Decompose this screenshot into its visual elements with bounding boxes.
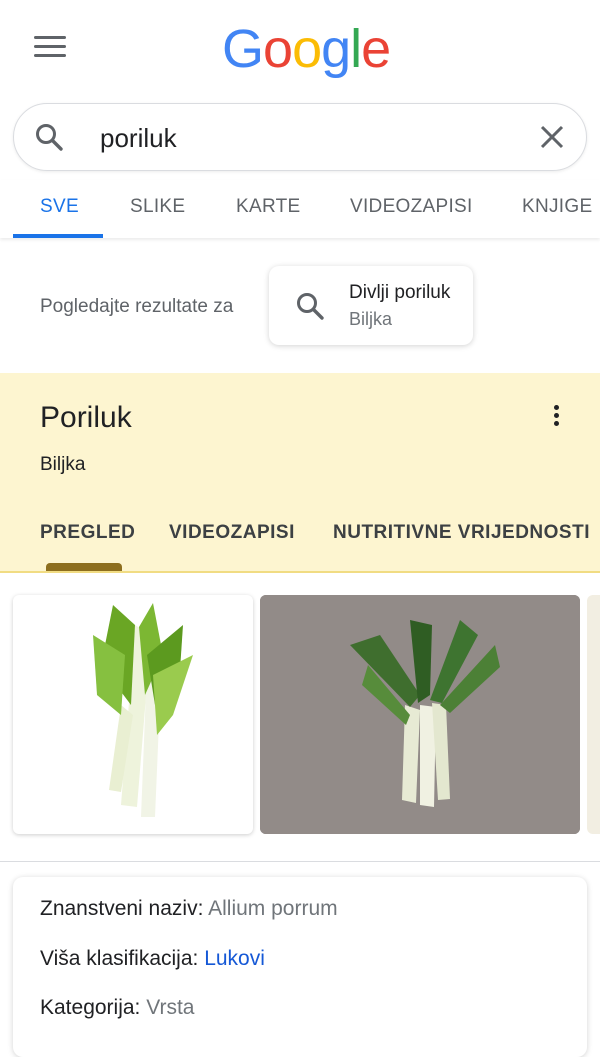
leek-image-3-partial[interactable]	[587, 595, 600, 834]
fact-label: Znanstveni naziv:	[40, 897, 204, 920]
close-icon[interactable]	[538, 123, 566, 151]
fact-label: Kategorija:	[40, 996, 141, 1019]
tab-maps[interactable]: KARTE	[236, 196, 301, 218]
leek-image-1[interactable]	[13, 595, 253, 834]
search-tabs: SVE SLIKE KARTE VIDEOZAPISI KNJIGE	[0, 180, 600, 238]
logo-letter: o	[292, 19, 322, 79]
google-logo[interactable]: Google	[222, 18, 391, 80]
tab-books[interactable]: KNJIGE	[522, 196, 592, 218]
search-box[interactable]	[13, 103, 587, 171]
fact-value: Allium porrum	[208, 897, 338, 920]
classification-link[interactable]: Lukovi	[204, 947, 265, 970]
logo-letter: G	[222, 19, 264, 79]
tab-all[interactable]: SVE	[40, 196, 79, 218]
search-icon	[36, 124, 63, 151]
search-input[interactable]	[98, 118, 502, 158]
tab-videos[interactable]: VIDEOZAPISI	[350, 196, 473, 218]
fact-value: Vrsta	[146, 996, 195, 1019]
knowledge-panel-header: Poriluk Biljka PREGLED VIDEOZAPISI NUTRI…	[0, 373, 600, 573]
entity-subtitle: Biljka	[40, 454, 86, 475]
fact-category: Kategorija: Vrsta	[40, 996, 194, 1020]
logo-letter: o	[263, 19, 293, 79]
fact-scientific-name: Znanstveni naziv: Allium porrum	[40, 897, 338, 921]
more-vert-icon[interactable]	[548, 405, 564, 429]
fact-label: Viša klasifikacija:	[40, 947, 199, 970]
logo-letter: g	[321, 19, 351, 79]
kp-tab-nutrition[interactable]: NUTRITIVNE VRIJEDNOSTI	[333, 522, 590, 544]
leek-photo-illustration	[260, 595, 580, 834]
kp-tab-overview[interactable]: PREGLED	[40, 522, 135, 544]
kp-active-tab-indicator	[46, 563, 122, 571]
top-bar: Google	[0, 0, 600, 100]
see-results-label: Pogledajte rezultate za	[40, 296, 234, 317]
suggestion-card[interactable]: Divlji poriluk Biljka	[269, 266, 473, 345]
logo-letter: l	[350, 19, 362, 79]
leek-image-2[interactable]	[260, 595, 580, 834]
suggestion-title: Divlji poriluk	[349, 282, 451, 303]
active-tab-indicator	[13, 234, 103, 238]
kp-tab-videos[interactable]: VIDEOZAPISI	[169, 522, 295, 544]
tab-images[interactable]: SLIKE	[130, 196, 185, 218]
menu-icon[interactable]	[34, 36, 66, 60]
leek-illustration	[93, 603, 193, 817]
fact-classification: Viša klasifikacija: Lukovi	[40, 947, 265, 971]
search-icon	[297, 293, 324, 320]
entity-title: Poriluk	[40, 401, 132, 434]
logo-letter: e	[361, 19, 391, 79]
section-divider	[0, 861, 600, 862]
suggestion-subtitle: Biljka	[349, 309, 393, 329]
facts-card: Znanstveni naziv: Allium porrum Viša kla…	[13, 877, 587, 1057]
